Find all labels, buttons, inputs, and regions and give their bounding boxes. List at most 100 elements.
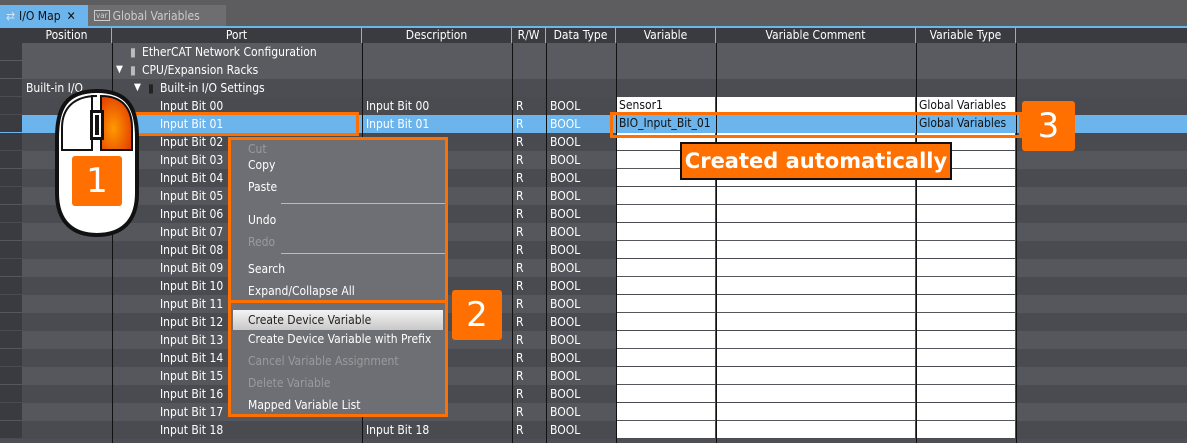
variable-type-cell[interactable] <box>917 295 1015 312</box>
table-row[interactable]: Input Bit 03 R BOOL <box>0 151 1187 169</box>
variable-type-cell[interactable] <box>917 349 1015 366</box>
data-type-cell: BOOL <box>550 207 581 221</box>
table-row[interactable]: Input Bit 17 R BOOL <box>0 403 1187 421</box>
menu-item-undo[interactable]: Undo <box>248 213 276 227</box>
variable-comment-cell[interactable] <box>717 331 915 348</box>
variable-type-cell[interactable] <box>917 259 1015 276</box>
menu-item-cut[interactable]: Cut <box>248 142 267 156</box>
variable-cell[interactable] <box>617 313 715 330</box>
table-row[interactable]: Input Bit 12 R BOOL <box>0 313 1187 331</box>
variable-cell[interactable] <box>617 259 715 276</box>
variable-type-cell[interactable] <box>917 205 1015 222</box>
table-row[interactable]: ▮ EtherCAT Network Configuration <box>0 43 1187 61</box>
variable-cell[interactable] <box>617 331 715 348</box>
variable-comment-cell[interactable] <box>717 385 915 402</box>
variable-comment-cell[interactable] <box>717 367 915 384</box>
close-icon[interactable]: ✕ <box>67 9 76 23</box>
menu-item-paste[interactable]: Paste <box>248 180 277 194</box>
variable-comment-cell[interactable] <box>717 187 915 204</box>
row-gutter <box>0 349 22 366</box>
variable-cell[interactable] <box>617 403 715 420</box>
variable-cell[interactable] <box>617 241 715 258</box>
menu-item-create-device-variable[interactable]: Create Device Variable <box>233 310 443 330</box>
table-row[interactable]: ▼ ▮ CPU/Expansion Racks <box>0 61 1187 79</box>
variable-cell[interactable] <box>617 349 715 366</box>
table-row[interactable]: Input Bit 09 R BOOL <box>0 259 1187 277</box>
column-divider <box>1016 43 1017 443</box>
menu-separator <box>281 253 445 254</box>
column-header[interactable]: Port <box>112 28 362 43</box>
tab-io-map[interactable]: ⇄ I/O Map ✕ <box>0 5 88 26</box>
variable-type-cell[interactable] <box>917 223 1015 240</box>
tab-global-variables[interactable]: var Global Variables <box>88 5 226 26</box>
table-row[interactable]: Input Bit 15 R BOOL <box>0 367 1187 385</box>
menu-item-search[interactable]: Search <box>248 262 285 276</box>
variable-comment-cell[interactable] <box>717 313 915 330</box>
variable-comment-cell[interactable] <box>717 295 915 312</box>
variable-cell[interactable] <box>617 367 715 384</box>
menu-item-expand-collapse-all[interactable]: Expand/Collapse All <box>248 284 355 298</box>
variable-comment-cell[interactable] <box>717 241 915 258</box>
table-row[interactable]: Input Bit 13 R BOOL <box>0 331 1187 349</box>
table-row[interactable]: Input Bit 04 R BOOL <box>0 169 1187 187</box>
table-row[interactable]: Input Bit 08 R BOOL <box>0 241 1187 259</box>
row-gutter <box>0 241 22 258</box>
data-type-cell: BOOL <box>550 171 581 185</box>
variable-comment-cell[interactable] <box>717 205 915 222</box>
column-header[interactable]: Variable Comment <box>716 28 916 43</box>
variable-type-cell[interactable] <box>917 313 1015 330</box>
selected-port-outline <box>133 112 359 136</box>
variable-cell[interactable] <box>617 385 715 402</box>
variable-comment-cell[interactable] <box>717 403 915 420</box>
table-row[interactable]: Input Bit 14 R BOOL <box>0 349 1187 367</box>
table-row[interactable]: Input Bit 10 R BOOL <box>0 277 1187 295</box>
column-header[interactable]: Variable Type <box>916 28 1016 43</box>
variable-cell[interactable] <box>617 187 715 204</box>
menu-item-delete-variable[interactable]: Delete Variable <box>248 376 331 390</box>
table-row[interactable]: Input Bit 18 Input Bit 18 R BOOL <box>0 421 1187 439</box>
expand-arrow-icon[interactable]: ▼ <box>112 61 126 79</box>
data-type-cell: BOOL <box>550 315 581 329</box>
table-row[interactable]: Input Bit 16 R BOOL <box>0 385 1187 403</box>
variable-type-cell[interactable] <box>917 277 1015 294</box>
variable-comment-cell[interactable] <box>717 277 915 294</box>
variable-cell[interactable] <box>617 295 715 312</box>
menu-item-create-device-variable-with-prefix[interactable]: Create Device Variable with Prefix <box>248 332 431 346</box>
variable-cell[interactable] <box>617 421 715 438</box>
table-row[interactable]: Input Bit 07 R BOOL <box>0 223 1187 241</box>
variable-cell[interactable] <box>617 223 715 240</box>
variable-type-cell[interactable] <box>917 385 1015 402</box>
column-header[interactable]: Position <box>22 28 112 43</box>
table-row[interactable]: Input Bit 05 R BOOL <box>0 187 1187 205</box>
variable-type-cell[interactable] <box>917 367 1015 384</box>
variable-cell[interactable] <box>617 277 715 294</box>
column-header[interactable]: R/W <box>512 28 546 43</box>
variable-comment-cell[interactable] <box>717 223 915 240</box>
table-row[interactable]: Input Bit 06 R BOOL <box>0 205 1187 223</box>
column-divider <box>716 43 717 443</box>
variable-comment-cell[interactable] <box>717 421 915 438</box>
tree-node-label: CPU/Expansion Racks <box>142 63 259 77</box>
variable-comment-cell[interactable] <box>717 259 915 276</box>
variable-type-cell[interactable] <box>917 187 1015 204</box>
variable-type-cell[interactable] <box>917 331 1015 348</box>
variable-cell[interactable] <box>617 205 715 222</box>
column-header[interactable]: Description <box>362 28 512 43</box>
data-type-cell: BOOL <box>550 333 581 347</box>
column-header[interactable]: Variable <box>616 28 716 43</box>
variable-type-cell[interactable] <box>917 421 1015 438</box>
data-type-cell: BOOL <box>550 369 581 383</box>
row-gutter <box>0 187 22 204</box>
variable-comment-cell[interactable] <box>717 349 915 366</box>
variable-type-cell[interactable] <box>917 403 1015 420</box>
menu-item-mapped-variable-list[interactable]: Mapped Variable List <box>248 398 360 412</box>
table-row[interactable]: Input Bit 11 R BOOL <box>0 295 1187 313</box>
variable-type-cell[interactable] <box>917 241 1015 258</box>
data-type-cell: BOOL <box>550 405 581 419</box>
table-row[interactable]: ▼ ▮ Built-in I/O Settings Built-in I/O <box>0 79 1187 97</box>
menu-item-cancel-variable-assignment[interactable]: Cancel Variable Assignment <box>248 354 399 368</box>
rw-cell: R <box>516 153 524 167</box>
column-header[interactable]: Data Type <box>546 28 616 43</box>
menu-item-redo[interactable]: Redo <box>248 235 275 249</box>
menu-item-copy[interactable]: Copy <box>248 158 275 172</box>
